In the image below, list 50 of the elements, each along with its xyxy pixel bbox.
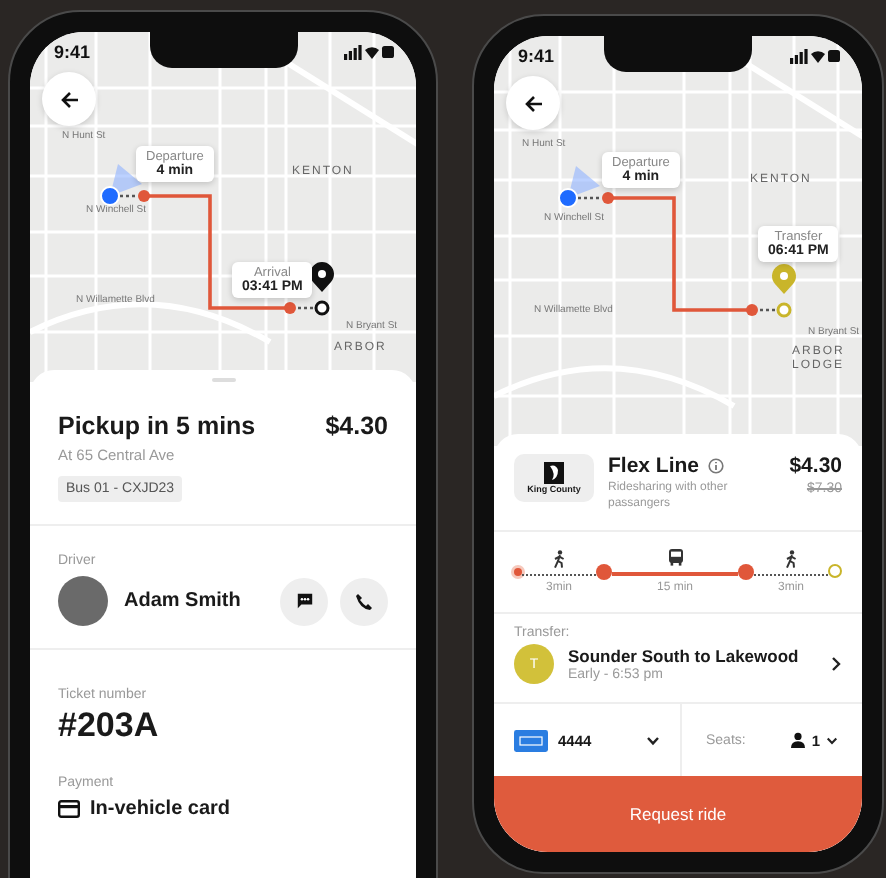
credit-card-icon bbox=[514, 729, 548, 751]
stop-point-icon bbox=[737, 563, 754, 579]
walking-path-line bbox=[298, 306, 316, 310]
status-icons bbox=[790, 48, 842, 64]
stop-point-icon bbox=[596, 563, 613, 579]
end-point-icon bbox=[828, 564, 843, 578]
call-button[interactable] bbox=[340, 577, 388, 625]
stop-point-icon bbox=[602, 192, 614, 204]
transfer-name: Sounder South to Lakewood bbox=[568, 646, 801, 666]
drag-handle[interactable] bbox=[211, 378, 235, 382]
chat-icon bbox=[295, 592, 313, 610]
bus-path-line bbox=[612, 572, 738, 576]
walking-person-icon bbox=[552, 549, 567, 567]
location-icon bbox=[558, 166, 600, 208]
status-icons bbox=[344, 44, 396, 60]
status-time: 9:41 bbox=[54, 42, 91, 62]
chevron-down-icon bbox=[646, 735, 660, 745]
walking-path-line bbox=[753, 573, 829, 575]
ticket-number: #203A bbox=[58, 706, 161, 746]
info-icon[interactable] bbox=[707, 458, 724, 474]
service-name: Flex Line bbox=[608, 454, 700, 478]
driver-name: Adam Smith bbox=[124, 590, 243, 612]
walking-path-line bbox=[760, 308, 778, 312]
start-point-icon bbox=[514, 567, 522, 575]
logo-icon bbox=[544, 462, 564, 484]
walking-path-line bbox=[522, 573, 597, 575]
stop-point-icon bbox=[138, 190, 150, 202]
location-icon bbox=[100, 164, 142, 206]
chevron-down-icon bbox=[826, 735, 838, 745]
payment-method: In-vehicle card bbox=[90, 798, 231, 820]
status-time: 9:41 bbox=[518, 46, 555, 66]
person-icon bbox=[789, 732, 806, 748]
pickup-title: Pickup in 5 mins bbox=[58, 412, 256, 440]
walking-path-line bbox=[578, 196, 602, 200]
walking-person-icon bbox=[784, 549, 798, 567]
driver-avatar bbox=[58, 576, 108, 626]
request-ride-button[interactable]: Request ride bbox=[494, 776, 862, 852]
back-arrow-icon bbox=[59, 89, 79, 109]
stop-point-icon bbox=[284, 302, 296, 314]
message-button[interactable] bbox=[280, 577, 328, 625]
card-icon bbox=[58, 800, 80, 818]
bus-icon bbox=[667, 548, 683, 566]
phone-icon bbox=[354, 591, 374, 611]
fare-price: $4.30 bbox=[789, 454, 842, 478]
stop-point-icon bbox=[746, 304, 758, 316]
fare-price: $4.30 bbox=[325, 412, 388, 440]
chevron-right-icon bbox=[830, 656, 842, 672]
back-arrow-icon bbox=[523, 93, 543, 113]
route-line bbox=[608, 196, 752, 312]
walking-path-line bbox=[120, 194, 138, 198]
